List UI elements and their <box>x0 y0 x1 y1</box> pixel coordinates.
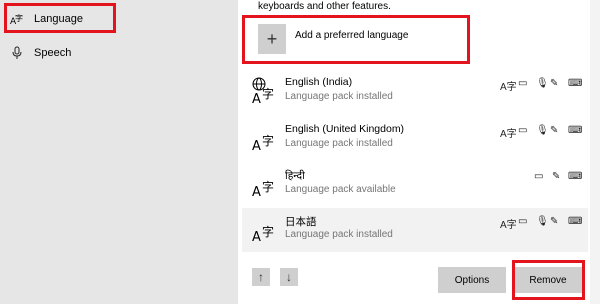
keyboard-icon: ⌨ <box>568 125 583 136</box>
intro-text: keyboards and other features. <box>258 1 391 12</box>
arrow-down-icon: ↓ <box>286 270 292 284</box>
microphone-icon: 🎙 <box>536 216 549 227</box>
plus-icon: + <box>266 28 278 49</box>
svg-text:字: 字 <box>15 13 23 23</box>
keyboard-icon: ⌨ <box>568 216 583 227</box>
language-icon: A 字 <box>251 76 279 107</box>
language-name: English (United Kingdom) <box>285 123 405 135</box>
language-status: Language pack installed <box>285 229 393 240</box>
svg-text:字: 字 <box>262 133 274 148</box>
language-pack-icon: A字 <box>500 220 517 231</box>
svg-text:字: 字 <box>262 224 274 239</box>
svg-text:A: A <box>252 92 261 106</box>
svg-text:字: 字 <box>262 179 274 194</box>
remove-button[interactable]: Remove <box>514 267 582 293</box>
list-item[interactable]: A 字 English (India) Language pack instal… <box>242 70 588 114</box>
handwriting-icon: ✎ <box>550 125 559 136</box>
language-panel: keyboards and other features. + Add a pr… <box>242 0 600 304</box>
keyboard-icon: ⌨ <box>568 171 583 182</box>
text-to-speech-icon: ▭ <box>518 78 528 89</box>
scrollbar-track[interactable] <box>590 0 600 304</box>
handwriting-icon: ✎ <box>552 171 561 182</box>
svg-text:字: 字 <box>262 86 274 101</box>
add-language-label[interactable]: Add a preferred language <box>295 30 408 41</box>
microphone-icon: 🎙 <box>536 78 549 89</box>
svg-text:A: A <box>252 230 261 244</box>
language-pack-icon: A字 <box>500 129 517 140</box>
move-up-button[interactable]: ↑ <box>252 268 270 286</box>
language-status: Language pack installed <box>285 138 393 149</box>
list-item-selected[interactable]: A 字 日本語 Language pack installed A字 ▭ 🎙 ✎… <box>242 208 588 252</box>
handwriting-icon: ✎ <box>550 78 559 89</box>
text-to-speech-icon: ▭ <box>518 216 528 227</box>
sidebar-item-label: Language <box>34 13 83 25</box>
keyboard-icon: ⌨ <box>568 78 583 89</box>
sidebar-item-speech[interactable]: Speech <box>0 34 238 72</box>
microphone-icon <box>8 44 26 62</box>
language-icon: A 字 <box>251 123 279 154</box>
arrow-up-icon: ↑ <box>258 270 264 284</box>
sidebar-item-label: Speech <box>34 47 72 59</box>
text-to-speech-icon: ▭ <box>518 125 528 136</box>
sidebar-item-language[interactable]: A字 Language <box>0 0 238 38</box>
language-name: English (India) <box>285 76 353 88</box>
add-language-button[interactable]: + <box>258 24 286 54</box>
language-status: Language pack available <box>285 184 396 195</box>
microphone-icon: 🎙 <box>536 125 549 136</box>
language-name: हिन्दी <box>285 170 305 182</box>
move-down-button[interactable]: ↓ <box>280 268 298 286</box>
text-to-speech-icon: ▭ <box>534 171 544 182</box>
language-name: 日本語 <box>285 216 317 228</box>
sidebar: A字 Language Speech <box>0 0 238 304</box>
language-icon: A 字 <box>251 214 279 245</box>
language-pack-icon: A字 <box>500 82 517 93</box>
language-icon: A字 <box>8 10 26 28</box>
language-status: Language pack installed <box>285 91 393 102</box>
handwriting-icon: ✎ <box>550 216 559 227</box>
options-button[interactable]: Options <box>438 267 506 293</box>
list-item[interactable]: A 字 हिन्दी Language pack available ▭ ✎ ⌨ <box>242 163 588 207</box>
list-item[interactable]: A 字 English (United Kingdom) Language pa… <box>242 117 588 161</box>
language-icon: A 字 <box>251 169 279 200</box>
svg-text:A: A <box>252 185 261 199</box>
svg-text:A: A <box>252 139 261 153</box>
